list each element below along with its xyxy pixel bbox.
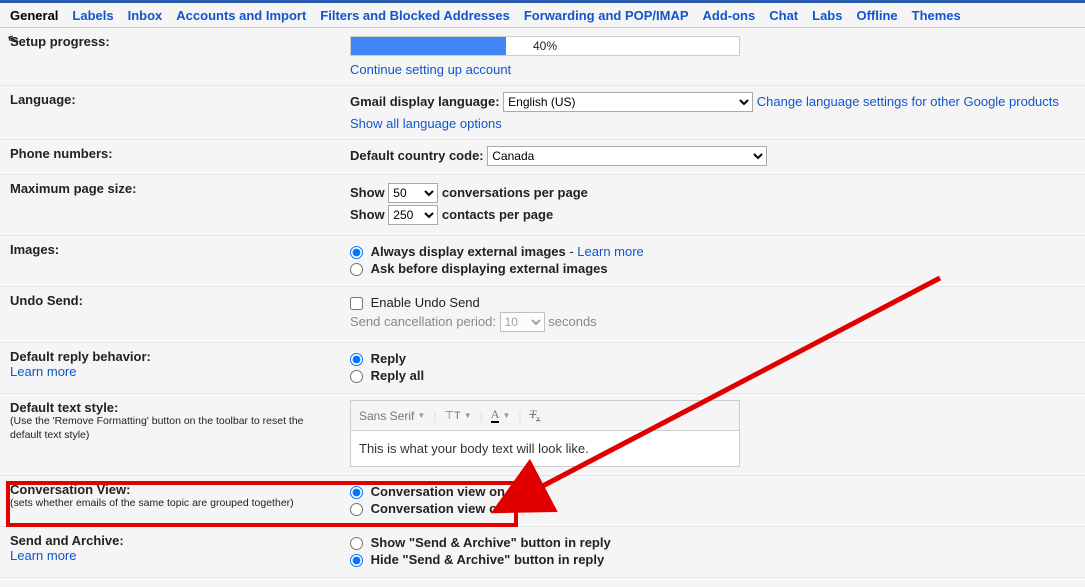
sendarchive-hide-radio[interactable]: [350, 554, 363, 567]
phone-label: Phone numbers:: [0, 140, 340, 175]
display-language-select[interactable]: English (US): [503, 92, 753, 112]
setup-progress-label: Setup progress:: [0, 28, 340, 86]
sendarchive-show-label: Show "Send & Archive" button in reply: [371, 535, 611, 550]
cancel-period-label: Send cancellation period:: [350, 314, 496, 329]
reply-learn-more-link[interactable]: Learn more: [10, 364, 76, 379]
tab-offline[interactable]: Offline: [856, 8, 897, 23]
enable-undo-checkbox[interactable]: [350, 297, 363, 310]
settings-table: Setup progress: 40% Continue setting up …: [0, 28, 1085, 578]
setup-progress-bar: 40%: [350, 36, 740, 56]
images-dash: -: [566, 244, 578, 259]
country-code-label: Default country code:: [350, 148, 484, 163]
conversation-off-radio[interactable]: [350, 503, 363, 516]
tab-filters[interactable]: Filters and Blocked Addresses: [320, 8, 510, 23]
images-learn-more-link[interactable]: Learn more: [577, 244, 643, 259]
images-label: Images:: [0, 236, 340, 287]
images-ask-radio[interactable]: [350, 263, 363, 276]
reply-label: Default reply behavior:: [10, 349, 151, 364]
tab-chat[interactable]: Chat: [769, 8, 798, 23]
cancel-period-select[interactable]: 10: [500, 312, 545, 332]
conversation-on-radio[interactable]: [350, 486, 363, 499]
sendarchive-hide-label: Hide "Send & Archive" button in reply: [371, 552, 605, 567]
chevron-down-icon: ▼: [417, 411, 425, 420]
text-style-preview: This is what your body text will look li…: [351, 431, 739, 466]
country-code-select[interactable]: Canada: [487, 146, 767, 166]
tab-themes[interactable]: Themes: [912, 8, 961, 23]
tab-labs[interactable]: Labs: [812, 8, 842, 23]
conversation-sub: (sets whether emails of the same topic a…: [10, 497, 330, 511]
show-label-2: Show: [350, 207, 385, 222]
show-label-1: Show: [350, 185, 385, 200]
conversations-per-page-select[interactable]: 50: [388, 183, 438, 203]
undo-label: Undo Send:: [0, 287, 340, 343]
font-family-picker[interactable]: Sans Serif▼: [359, 409, 425, 423]
contacts-per-page-select[interactable]: 250: [388, 205, 438, 225]
conversation-off-label: Conversation view off: [371, 501, 506, 516]
replyall-option-label: Reply all: [371, 368, 424, 383]
conversation-label: Conversation View:: [10, 482, 130, 497]
change-language-link[interactable]: Change language settings for other Googl…: [757, 94, 1059, 109]
show-all-languages-link[interactable]: Show all language options: [350, 116, 502, 131]
tab-general[interactable]: General: [10, 8, 58, 23]
text-style-toolbar: Sans Serif▼ | ⊤T▼ | A▼ | Tx: [351, 401, 739, 430]
chevron-down-icon: ▼: [502, 411, 510, 420]
chevron-down-icon: ▼: [464, 411, 472, 420]
sendarchive-label: Send and Archive:: [10, 533, 124, 548]
font-size-picker[interactable]: ⊤T ▼: [444, 409, 471, 422]
images-always-radio[interactable]: [350, 246, 363, 259]
conversation-on-label: Conversation view on: [371, 484, 505, 499]
remove-formatting-button[interactable]: Tx: [529, 407, 540, 423]
tab-forwarding[interactable]: Forwarding and POP/IMAP: [524, 8, 689, 23]
reply-radio[interactable]: [350, 353, 363, 366]
font-color-picker[interactable]: A▼: [491, 408, 511, 423]
sendarchive-show-radio[interactable]: [350, 537, 363, 550]
cancel-period-seconds: seconds: [548, 314, 596, 329]
contacts-suffix: contacts per page: [442, 207, 553, 222]
reply-option-label: Reply: [371, 351, 406, 366]
images-ask-label: Ask before displaying external images: [371, 261, 608, 276]
replyall-radio[interactable]: [350, 370, 363, 383]
text-style-editor: Sans Serif▼ | ⊤T▼ | A▼ | Tx This is what…: [350, 400, 740, 466]
images-always-label: Always display external images: [371, 244, 566, 259]
textstyle-sub: (Use the 'Remove Formatting' button on t…: [10, 415, 330, 442]
text-size-icon: ⊤T: [444, 409, 460, 422]
tab-labels[interactable]: Labels: [72, 8, 113, 23]
remove-formatting-icon: Tx: [529, 407, 540, 423]
sendarchive-learn-more-link[interactable]: Learn more: [10, 548, 76, 563]
enable-undo-label: Enable Undo Send: [371, 295, 480, 310]
language-label: Language:: [0, 86, 340, 140]
tab-inbox[interactable]: Inbox: [128, 8, 163, 23]
continue-setup-link[interactable]: Continue setting up account: [350, 62, 511, 77]
tab-accounts[interactable]: Accounts and Import: [176, 8, 306, 23]
setup-progress-text: 40%: [351, 39, 739, 53]
tab-addons[interactable]: Add-ons: [703, 8, 756, 23]
textstyle-label: Default text style:: [10, 400, 118, 415]
settings-tabs: General Labels Inbox Accounts and Import…: [0, 3, 1085, 28]
display-language-label: Gmail display language:: [350, 94, 500, 109]
pagesize-label: Maximum page size:: [0, 175, 340, 236]
text-color-icon: A: [491, 408, 500, 423]
conversations-suffix: conversations per page: [442, 185, 588, 200]
